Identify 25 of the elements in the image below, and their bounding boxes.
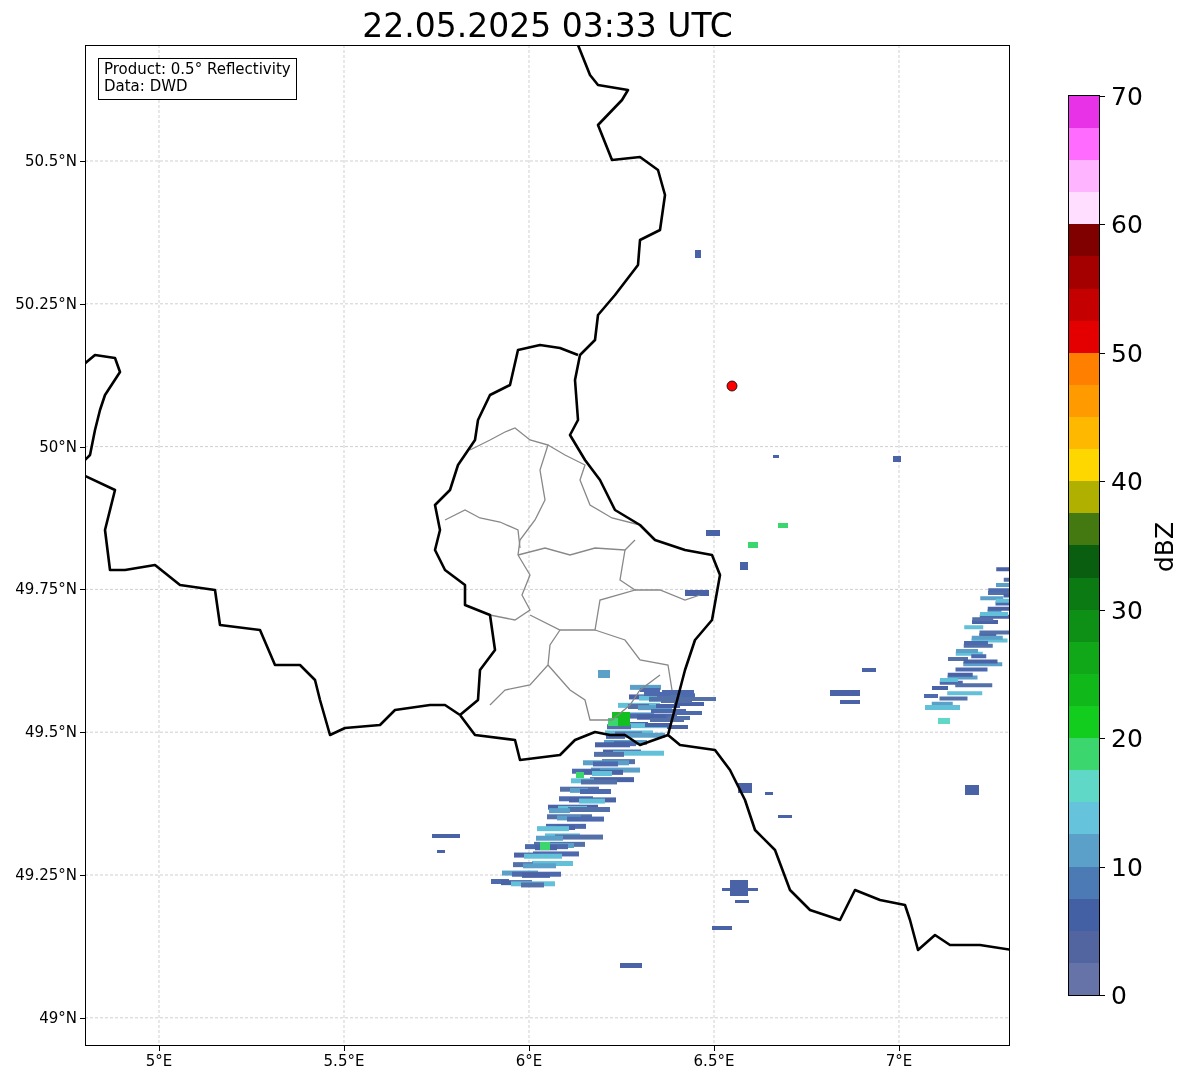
colorbar-tick-label: 30: [1111, 597, 1143, 623]
axis-tick-label: 49.5°N: [24, 723, 77, 742]
axis-tick-label: 49.75°N: [15, 580, 77, 599]
axis-tick-label: 6°E: [515, 1052, 543, 1070]
colorbar-tick-label: 10: [1111, 854, 1143, 880]
axis-tick-label: 5°E: [145, 1052, 173, 1070]
axis-tick-label: 6.5°E: [693, 1052, 735, 1070]
axis-tick-label: 7°E: [885, 1052, 913, 1070]
colorbar-tick-label: 60: [1111, 212, 1143, 238]
colorbar-label: dBZ: [1149, 521, 1179, 573]
colorbar-tick-label: 0: [1111, 983, 1127, 1008]
colorbar-tick-label: 50: [1111, 340, 1143, 366]
colorbar-tick-label: 20: [1111, 726, 1143, 752]
colorbar-tick-label: 70: [1111, 84, 1143, 109]
radar-site-marker: [726, 380, 738, 392]
colorbar-tick-label: 40: [1111, 469, 1143, 495]
axis-tick-label: 5.5°E: [323, 1052, 365, 1070]
axis-tick-label: 50°N: [39, 437, 77, 456]
axis-tick-label: 50.25°N: [15, 294, 77, 313]
axis-tick-label: 50.5°N: [24, 152, 77, 170]
legend-text: Product: 0.5° Reflectivity: [104, 61, 291, 78]
axis-tick-label: 49°N: [39, 1008, 77, 1027]
axis-tick-label: 49.25°N: [15, 866, 77, 884]
legend-text: Data: DWD: [104, 78, 189, 95]
chart-title: 22.05.2025 03:33 UTC: [362, 9, 733, 45]
